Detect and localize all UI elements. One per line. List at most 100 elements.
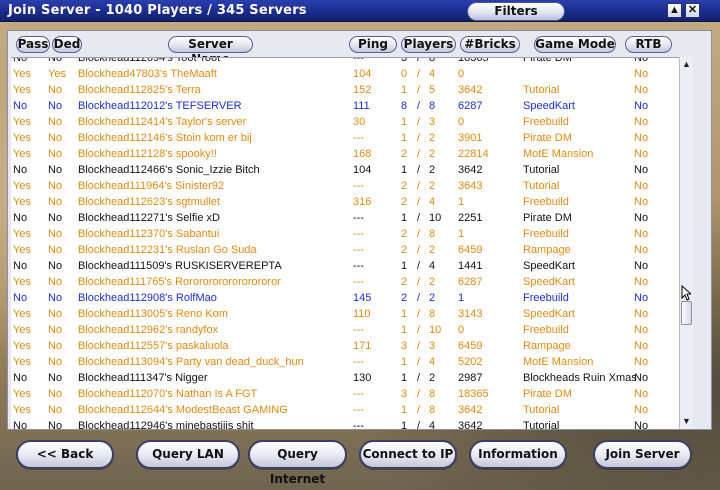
server-cell-sep: / [417,324,421,336]
server-row[interactable]: No No Blockhead112271's Selfie xD --- 1 / 10 22… [11,210,679,226]
server-cell-sep: / [417,164,421,176]
server-row[interactable]: Yes No Blockhead113094's Party van dead_du… [11,354,679,370]
server-cell-sep: / [417,116,421,128]
server-cell-bricks: 5202 [458,356,483,368]
arrow-up-icon[interactable]: ▲ [667,3,682,18]
server-cell-name: Blockhead112644's ModestBeast GAMING [78,404,288,416]
scrollbar-thumb[interactable] [681,301,692,325]
server-cell-bricks: 1 [458,292,465,304]
join-server-button[interactable]: Join Server [593,440,692,469]
server-cell-max: 2 [429,148,436,160]
window-titlebar: Join Server - 1040 Players / 345 Servers… [0,0,720,22]
server-cell-rtb: No [634,324,649,336]
server-row[interactable]: Yes No Blockhead112146's Stoin kom er bij -… [11,130,679,146]
server-row[interactable]: Yes No Blockhead112070's Nathan Is A FGT --… [11,386,679,402]
server-cell-pass: Yes [13,324,31,336]
server-row[interactable]: No No Blockhead112012's TEFSERVER 111 8 / 8 628… [11,98,679,114]
server-cell-bricks: 2987 [458,372,483,384]
server-cell-name: Blockhead112962's randyfox [78,324,219,336]
server-cell-max: 4 [429,260,436,272]
server-row[interactable]: Yes No Blockhead112623's sgtmullet 316 2 / 4 1 F… [11,194,679,210]
server-cell-pass: No [13,420,28,429]
server-cell-name: Blockhead112466's Sonic_Izzie Bitch [78,164,260,176]
scroll-down-icon[interactable]: ▼ [680,415,693,427]
server-cell-name: Blockhead111347's Nigger [78,372,208,384]
server-cell-mode: Rampage [523,340,571,352]
server-cell-rtb: No [634,100,649,112]
server-cell-rtb: No [634,292,649,304]
server-cell-ping: --- [353,228,364,240]
server-cell-mode: Pirate DM [523,132,572,144]
server-cell-name: Blockhead112370's Sabantui [78,228,220,240]
server-cell-bricks: 3642 [458,84,483,96]
server-cell-ded: No [48,196,63,208]
filters-button[interactable]: Filters [467,2,565,21]
server-row[interactable]: Yes No Blockhead112962's randyfox --- 1 / 10 0 F… [11,322,679,338]
server-cell-pass: Yes [13,276,31,288]
server-cell-sep: / [417,132,421,144]
server-cell-pass: Yes [13,244,31,256]
server-cell-bricks: 3642 [458,164,483,176]
server-row[interactable]: No No Blockhead112694's Toot Toot --- 3 / 8 183… [11,57,679,66]
server-row[interactable]: Yes Yes Blockhead47803's TheMaaft 104 0 / 4 0 No [11,66,679,82]
query-lan-button[interactable]: Query LAN [136,440,240,469]
server-cell-p: 3 [401,388,408,400]
server-cell-bricks: 3643 [458,180,483,192]
server-list[interactable]: No No Blockhead112694's Toot Toot --- 3/8 183… [11,57,679,429]
server-cell-mode: SpeedKart [523,260,575,272]
server-row[interactable]: No No Blockhead112946's minebastiiis shit -… [11,418,679,429]
server-row[interactable]: Yes No Blockhead113005's Reno Kom 110 1 / 8 314… [11,306,679,322]
server-row[interactable]: No No Blockhead111509's RUSKISERVEREPTA ---… [11,258,679,274]
server-row[interactable]: Yes No Blockhead111765's Rorororororororor… [11,274,679,290]
server-cell-max: 3 [429,340,436,352]
server-row[interactable]: Yes No Blockhead112644's ModestBeast GAMIN… [11,402,679,418]
information-button[interactable]: Information [469,440,567,469]
server-cell-name: Blockhead112623's sgtmullet [78,196,220,208]
server-cell-rtb: No [634,404,649,416]
server-cell-sep: / [417,372,421,384]
server-row[interactable]: No No Blockhead111347's Nigger 130 1 / 2 2987 Bl… [11,370,679,386]
server-cell-ded: No [48,57,63,64]
server-cell-mode: Freebuild [523,228,569,240]
connect-to-ip-button[interactable]: Connect to IP [359,440,457,469]
column-header-ping[interactable]: Ping [349,36,397,53]
server-cell-bricks: 6459 [458,244,483,256]
server-cell-bricks: 18365 [458,57,489,64]
server-cell-max: 8 [429,57,436,64]
back-button[interactable]: << Back [16,440,114,469]
column-header-players[interactable]: Players [401,36,456,53]
server-cell-name: Blockhead112128's spooky!! [78,148,217,160]
vertical-scrollbar[interactable]: ▲ ▼ [679,57,693,429]
server-row[interactable]: Yes No Blockhead112414's Taylor's server 30… [11,114,679,130]
server-cell-ping: --- [353,212,364,224]
server-cell-ded: No [48,308,63,320]
server-cell-ded: No [48,148,63,160]
server-cell-rtb: No [634,228,649,240]
server-cell-sep: / [417,420,421,429]
server-row[interactable]: Yes No Blockhead112825's Terra 152 1 / 5 3642 Tu… [11,82,679,98]
server-row[interactable]: No No Blockhead112908's RolfMao 145 2 / 2 1 Free… [11,290,679,306]
server-row[interactable]: Yes No Blockhead112128's spooky!! 168 2 / 2 228… [11,146,679,162]
server-row[interactable]: Yes No Blockhead112231's Ruslan Go Suda ---… [11,242,679,258]
column-header-bricks[interactable]: #Bricks [460,36,520,53]
server-cell-rtb: No [634,196,649,208]
server-cell-rtb: No [634,212,649,224]
server-cell-name: Blockhead112414's Taylor's server [78,116,247,128]
server-row[interactable]: Yes No Blockhead112557's paskaluola 171 3 / 3 6… [11,338,679,354]
column-header-game-mode[interactable]: Game Mode [534,36,616,53]
server-row[interactable]: No No Blockhead112466's Sonic_Izzie Bitch 1… [11,162,679,178]
column-header-rtb[interactable]: RTB [625,36,672,53]
column-header-pass[interactable]: Pass [16,36,50,53]
server-cell-bricks: 0 [458,116,465,128]
close-icon[interactable]: ✕ [685,3,700,18]
server-cell-max: 2 [429,244,436,256]
server-cell-mode: Freebuild [523,196,569,208]
column-header-ded[interactable]: Ded [52,36,82,53]
server-cell-sep: / [417,196,421,208]
server-cell-pass: Yes [13,116,31,128]
query-internet-button[interactable]: Query Internet [248,440,347,486]
scroll-up-icon[interactable]: ▲ [680,58,693,70]
server-row[interactable]: Yes No Blockhead111964's Sinister92 --- 2 / 2 3… [11,178,679,194]
column-header-server-name[interactable]: Server Name [168,36,253,66]
server-row[interactable]: Yes No Blockhead112370's Sabantui --- 2 / 8 1 Fr… [11,226,679,242]
